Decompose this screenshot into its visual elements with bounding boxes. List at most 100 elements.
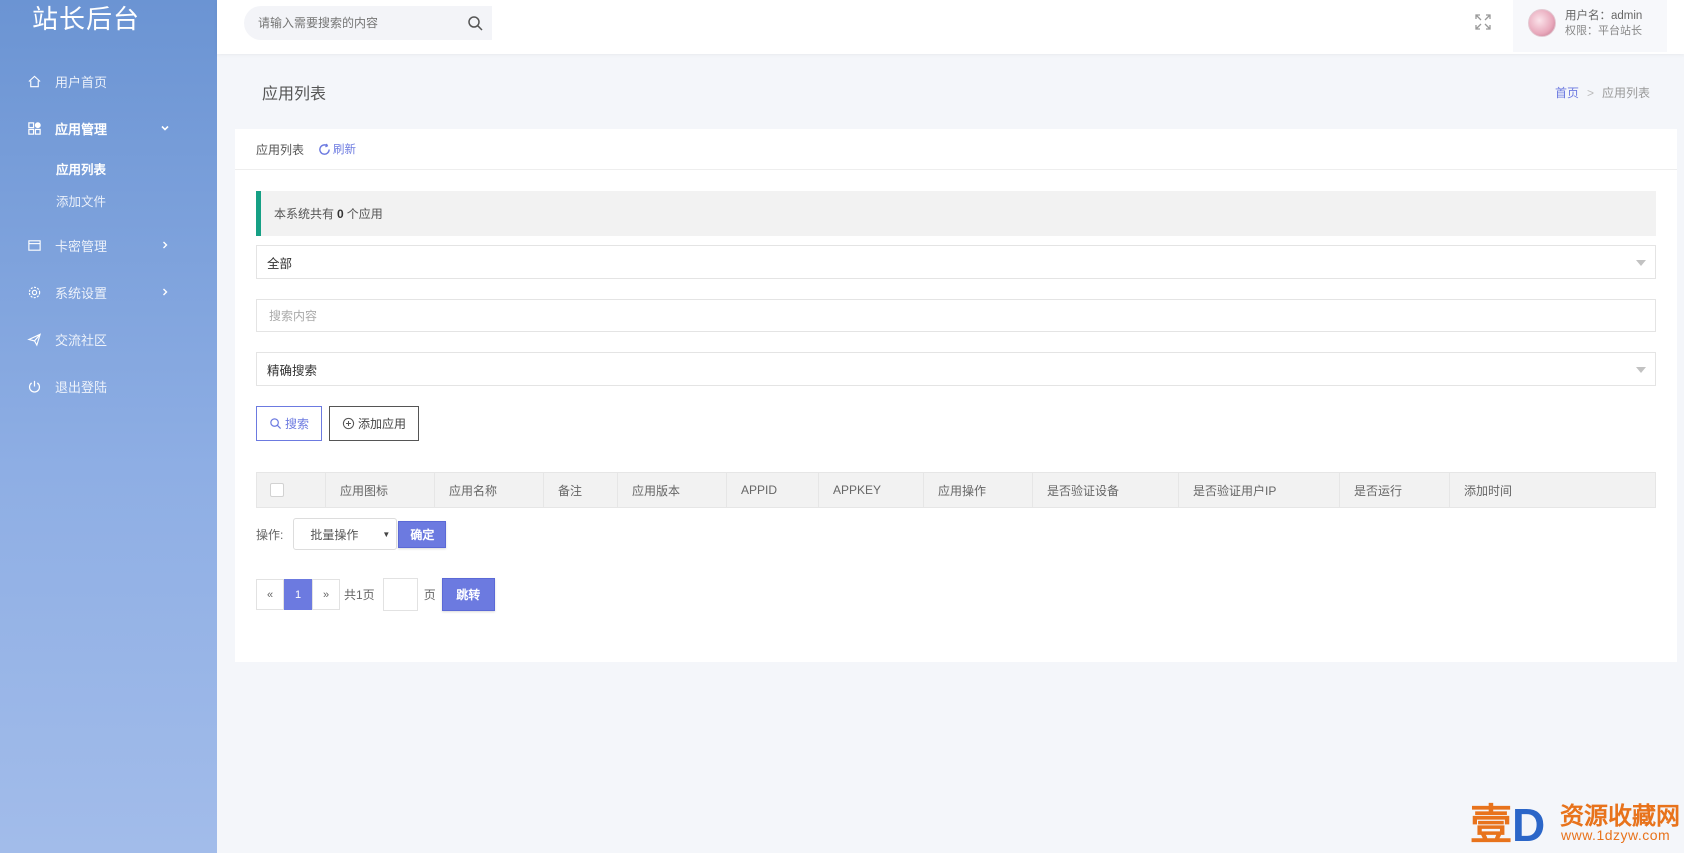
watermark-letter: D (1512, 799, 1546, 851)
page-total: 共1页 (344, 588, 375, 602)
batch-operations: 操作: 批量操作 ▼ 确定 (256, 518, 1656, 550)
app-count-notice: 本系统共有 0 个应用 (256, 191, 1656, 236)
breadcrumb-current: 应用列表 (1601, 86, 1650, 100)
sidebar-item-label: 退出登陆 (55, 380, 108, 395)
table-header-cell: 是否验证设备 (1033, 473, 1179, 507)
app-list-card: 应用列表 刷新 本系统共有 0 个应用 全部 搜索内容 精确搜索 搜索 添加应用… (235, 129, 1677, 662)
table-header-cell: 应用版本 (618, 473, 727, 507)
top-header: 用户名：admin 权限：平台站长 (217, 0, 1684, 54)
sidebar-item-logout[interactable]: 退出登陆 (0, 363, 217, 410)
watermark-line2: www.1dzyw.com (1561, 827, 1671, 843)
batch-select-value: 批量操作 (310, 527, 359, 542)
sidebar-item-label: 用户首页 (55, 75, 108, 90)
confirm-button[interactable]: 确定 (398, 520, 447, 548)
table-header-cell: 应用名称 (435, 473, 544, 507)
sidebar-submenu: 应用列表 添加文件 (0, 152, 217, 222)
next-page-button[interactable]: » (312, 579, 340, 610)
table-header-cell: 应用操作 (924, 473, 1033, 507)
table-header-checkbox-cell (257, 473, 326, 507)
brand-title: 站长后台 (32, 4, 141, 34)
search-mode-value: 精确搜索 (267, 363, 318, 378)
caret-down-icon (1636, 367, 1646, 373)
breadcrumb: 首页 > 应用列表 (1555, 84, 1650, 101)
breadcrumb-separator: > (1586, 86, 1594, 100)
sidebar-item-app-management[interactable]: 应用管理 (0, 105, 217, 152)
user-panel[interactable]: 用户名：admin 权限：平台站长 (1513, 0, 1667, 52)
user-role: 权限：平台站长 (1565, 25, 1642, 37)
global-search (244, 6, 492, 40)
apps-icon (26, 121, 42, 137)
filter-select-value: 全部 (267, 256, 293, 271)
sidebar-item-label: 卡密管理 (55, 239, 108, 254)
gear-icon (26, 285, 42, 301)
page-1-button[interactable]: 1 (284, 579, 312, 610)
table-header-cell: 备注 (544, 473, 618, 507)
watermark-char: 壹 (1470, 801, 1513, 848)
prev-page-button[interactable]: « (256, 579, 284, 610)
filter-select[interactable]: 全部 (256, 245, 1656, 279)
add-app-button-label: 添加应用 (358, 417, 407, 431)
add-app-button[interactable]: 添加应用 (329, 406, 420, 441)
search-mode-select[interactable]: 精确搜索 (256, 352, 1656, 386)
chevron-down-icon (161, 125, 169, 131)
card-body: 本系统共有 0 个应用 全部 搜索内容 精确搜索 搜索 添加应用 应用图标 应用… (235, 170, 1677, 611)
caret-down-icon: ▼ (382, 530, 391, 539)
sidebar-item-home[interactable]: 用户首页 (0, 58, 217, 105)
sidebar-item-community[interactable]: 交流社区 (0, 316, 217, 363)
sidebar-item-card-management[interactable]: 卡密管理 (0, 222, 217, 269)
watermark-logo: 壹 D 资源收藏网 www.1dzyw.com (1470, 796, 1684, 853)
send-icon (26, 332, 42, 348)
fullscreen-icon[interactable] (1474, 13, 1492, 31)
breadcrumb-home-link[interactable]: 首页 (1555, 86, 1579, 100)
global-search-input[interactable] (244, 16, 454, 30)
avatar (1528, 9, 1556, 37)
ops-label: 操作: (256, 527, 284, 542)
app-table-header: 应用图标 应用名称 备注 应用版本 APPID APPKEY 应用操作 是否验证… (256, 472, 1656, 508)
chevron-right-icon (163, 241, 168, 249)
power-icon (26, 379, 42, 395)
go-page-button[interactable]: 跳转 (441, 578, 495, 611)
page-unit: 页 (423, 588, 436, 602)
pagination: « 1 » 共1页 页 跳转 (256, 578, 1656, 611)
watermark-line1: 资源收藏网 (1560, 803, 1680, 830)
card-icon (26, 238, 42, 254)
search-button-label: 搜索 (285, 417, 310, 431)
refresh-icon (319, 143, 330, 155)
table-header-cell: APPKEY (819, 473, 924, 507)
sidebar-nav: 用户首页 应用管理 应用列表 添加文件 卡密管理 系统设置 交流社区 退出登陆 (0, 58, 217, 410)
card-title: 应用列表 (256, 142, 305, 157)
sidebar-item-label: 交流社区 (55, 333, 108, 348)
sidebar-item-label: 应用管理 (55, 122, 108, 137)
table-header-cell: 是否验证用户IP (1179, 473, 1340, 507)
user-name: 用户名：admin (1565, 10, 1643, 22)
select-all-checkbox[interactable] (270, 483, 284, 497)
sidebar: 站长后台 用户首页 应用管理 应用列表 添加文件 卡密管理 系统设置 交流社区 … (0, 0, 217, 853)
batch-select[interactable]: 批量操作 ▼ (293, 518, 398, 550)
refresh-button[interactable]: 刷新 (318, 141, 356, 157)
notice-count: 0 (337, 206, 344, 221)
search-button[interactable]: 搜索 (256, 406, 323, 441)
sidebar-item-system-settings[interactable]: 系统设置 (0, 269, 217, 316)
sidebar-subitem-app-list[interactable]: 应用列表 (0, 154, 217, 186)
action-buttons: 搜索 添加应用 (256, 406, 1656, 441)
table-header-cell: 应用图标 (326, 473, 435, 507)
plus-circle-icon (342, 417, 355, 430)
refresh-label: 刷新 (333, 144, 357, 156)
sidebar-subitem-add-file[interactable]: 添加文件 (0, 186, 217, 218)
content-search-input[interactable]: 搜索内容 (256, 299, 1656, 332)
card-header: 应用列表 刷新 (235, 129, 1677, 170)
table-header-cell: 添加时间 (1464, 483, 1513, 498)
search-icon[interactable] (467, 15, 484, 32)
page-title: 应用列表 (262, 86, 327, 103)
notice-suffix: 个应用 (346, 207, 383, 221)
search-icon (270, 418, 282, 430)
caret-down-icon (1636, 260, 1646, 266)
sidebar-item-label: 系统设置 (55, 286, 108, 301)
home-icon (26, 74, 42, 90)
table-header-cell: APPID (727, 473, 819, 507)
page-number-input[interactable] (382, 578, 418, 611)
notice-prefix: 本系统共有 (274, 207, 335, 221)
chevron-right-icon (163, 288, 168, 296)
table-header-cell: 是否运行 (1340, 473, 1450, 507)
content-search-placeholder: 搜索内容 (269, 309, 318, 323)
